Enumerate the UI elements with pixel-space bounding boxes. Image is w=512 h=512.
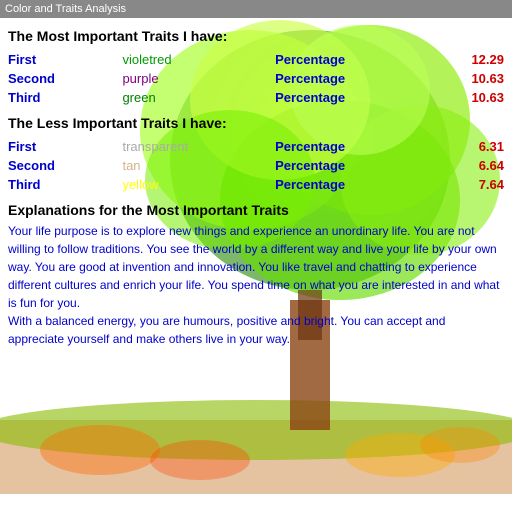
table-row: Second tan Percentage 6.64 [8, 156, 504, 175]
rank-cell: First [8, 137, 122, 156]
color-cell: transparent [122, 137, 275, 156]
percentage-label: Percentage [275, 88, 428, 107]
color-cell: green [122, 88, 275, 107]
percentage-value: 10.63 [428, 69, 504, 88]
table-row: Second purple Percentage 10.63 [8, 69, 504, 88]
percentage-label: Percentage [275, 175, 428, 194]
color-cell: yellow [122, 175, 275, 194]
color-cell: violetred [122, 50, 275, 69]
rank-cell: Third [8, 175, 122, 194]
less-important-table: First transparent Percentage 6.31 Second… [8, 137, 504, 194]
explanation-heading: Explanations for the Most Important Trai… [8, 202, 504, 218]
table-row: First violetred Percentage 12.29 [8, 50, 504, 69]
most-important-table: First violetred Percentage 12.29 Second … [8, 50, 504, 107]
percentage-label: Percentage [275, 50, 428, 69]
table-row: First transparent Percentage 6.31 [8, 137, 504, 156]
percentage-label: Percentage [275, 156, 428, 175]
table-row: Third green Percentage 10.63 [8, 88, 504, 107]
rank-cell: Third [8, 88, 122, 107]
rank-cell: Second [8, 69, 122, 88]
most-important-heading: The Most Important Traits I have: [8, 28, 504, 44]
explanation-text: Your life purpose is to explore new thin… [8, 222, 504, 348]
percentage-value: 7.64 [428, 175, 504, 194]
color-cell: tan [122, 156, 275, 175]
less-important-heading: The Less Important Traits I have: [8, 115, 504, 131]
percentage-value: 12.29 [428, 50, 504, 69]
percentage-label: Percentage [275, 69, 428, 88]
percentage-value: 10.63 [428, 88, 504, 107]
main-content: The Most Important Traits I have: First … [0, 18, 512, 354]
rank-cell: First [8, 50, 122, 69]
rank-cell: Second [8, 156, 122, 175]
percentage-value: 6.64 [428, 156, 504, 175]
percentage-value: 6.31 [428, 137, 504, 156]
color-cell: purple [122, 69, 275, 88]
table-row: Third yellow Percentage 7.64 [8, 175, 504, 194]
percentage-label: Percentage [275, 137, 428, 156]
